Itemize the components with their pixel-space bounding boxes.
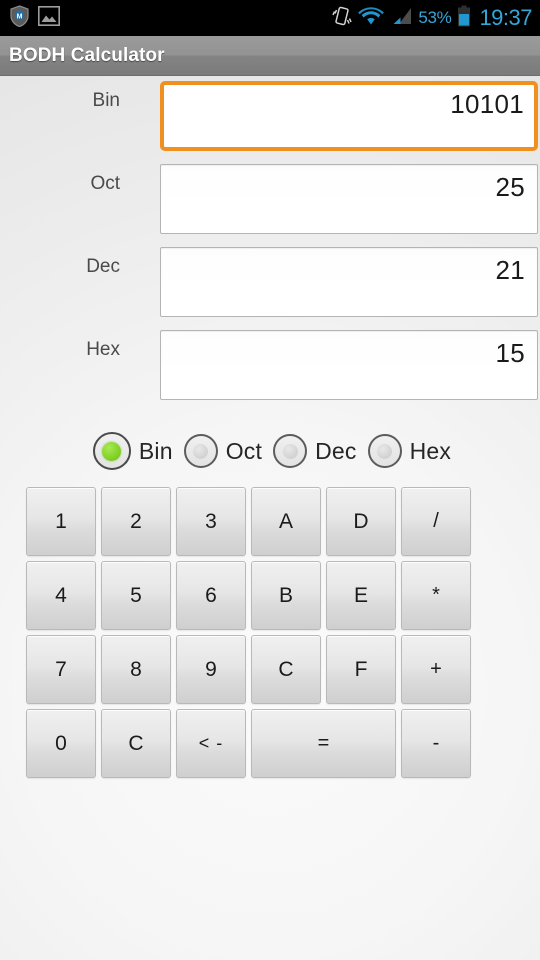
app-root: M 53% 19:37 BODH Calculator Bin 10101 Oc… <box>0 0 540 960</box>
key-3[interactable]: 3 <box>176 487 246 556</box>
key-c[interactable]: C <box>251 635 321 704</box>
radio-bin-circle-icon <box>92 432 131 470</box>
key-minus[interactable]: - <box>401 709 471 778</box>
keypad-row-3: 7 8 9 C F + <box>26 635 540 704</box>
radio-dec-circle-icon <box>273 434 308 468</box>
key-e[interactable]: E <box>326 561 396 630</box>
key-a[interactable]: A <box>251 487 321 556</box>
hex-field-value: 15 <box>495 338 525 368</box>
radio-dec[interactable]: Dec <box>273 434 357 468</box>
vibrate-icon <box>332 5 353 32</box>
key-4[interactable]: 4 <box>26 561 96 630</box>
status-bar-clock: 19:37 <box>479 5 532 30</box>
radio-bin-label: Bin <box>138 437 173 464</box>
svg-text:M: M <box>17 13 23 20</box>
key-0[interactable]: 0 <box>26 709 96 778</box>
keypad-row-4: 0 C < - = - <box>26 709 540 778</box>
octal-field-value: 25 <box>495 172 525 202</box>
cellular-signal-icon <box>390 6 412 31</box>
key-9[interactable]: 9 <box>176 635 246 704</box>
battery-percent-label: 53% <box>418 8 452 27</box>
dec-label: Dec <box>86 256 120 277</box>
shield-security-icon: M <box>10 4 29 32</box>
battery-icon <box>457 5 471 32</box>
binary-field-value: 10101 <box>450 89 524 119</box>
radio-oct[interactable]: Oct <box>183 434 263 468</box>
status-bar: M 53% 19:37 <box>0 0 540 36</box>
key-clear[interactable]: C <box>101 709 171 778</box>
key-divide[interactable]: / <box>401 487 471 556</box>
octal-field[interactable]: 25 <box>160 164 538 234</box>
bin-label: Bin <box>92 90 120 111</box>
keypad-row-1: 1 2 3 A D / <box>26 487 540 556</box>
radio-oct-circle-icon <box>183 434 218 468</box>
key-f[interactable]: F <box>326 635 396 704</box>
oct-label: Oct <box>90 173 120 194</box>
key-equals[interactable]: = <box>251 709 396 778</box>
keypad: 1 2 3 A D / 4 5 6 B E * 7 8 9 C F + 0 C … <box>0 481 540 778</box>
hex-field[interactable]: 15 <box>160 330 538 400</box>
key-7[interactable]: 7 <box>26 635 96 704</box>
key-plus[interactable]: + <box>401 635 471 704</box>
base-radio-group: Bin Oct Dec Hex <box>0 421 540 481</box>
photo-gallery-icon <box>38 5 60 31</box>
key-backspace[interactable]: < - <box>176 709 246 778</box>
status-bar-right-icons: 53% 19:37 <box>332 5 532 32</box>
radio-dec-label: Dec <box>315 437 357 464</box>
key-5[interactable]: 5 <box>101 561 171 630</box>
key-b[interactable]: B <box>251 561 321 630</box>
app-title: BODH Calculator <box>9 44 165 66</box>
key-2[interactable]: 2 <box>101 487 171 556</box>
field-row-bin: Bin 10101 <box>0 81 540 164</box>
wifi-icon <box>358 6 385 31</box>
radio-hex-circle-icon <box>367 434 402 468</box>
key-8[interactable]: 8 <box>101 635 171 704</box>
field-row-hex: Hex 15 <box>0 330 540 413</box>
decimal-field[interactable]: 21 <box>160 247 538 317</box>
keypad-row-2: 4 5 6 B E * <box>26 561 540 630</box>
radio-hex-label: Hex <box>409 437 452 464</box>
status-bar-left-icons: M <box>10 4 60 32</box>
radio-hex[interactable]: Hex <box>367 434 452 468</box>
decimal-field-value: 21 <box>495 255 525 285</box>
key-1[interactable]: 1 <box>26 487 96 556</box>
hex-label: Hex <box>86 339 120 360</box>
key-6[interactable]: 6 <box>176 561 246 630</box>
binary-field[interactable]: 10101 <box>160 81 538 151</box>
key-multiply[interactable]: * <box>401 561 471 630</box>
field-row-dec: Dec 21 <box>0 247 540 330</box>
key-d[interactable]: D <box>326 487 396 556</box>
radio-oct-label: Oct <box>225 437 263 464</box>
radio-bin[interactable]: Bin <box>92 432 173 470</box>
main-content: Bin 10101 Oct 25 Dec 21 Hex 15 Bin Oct D… <box>0 76 540 778</box>
action-bar: BODH Calculator <box>0 36 540 76</box>
field-row-oct: Oct 25 <box>0 164 540 247</box>
